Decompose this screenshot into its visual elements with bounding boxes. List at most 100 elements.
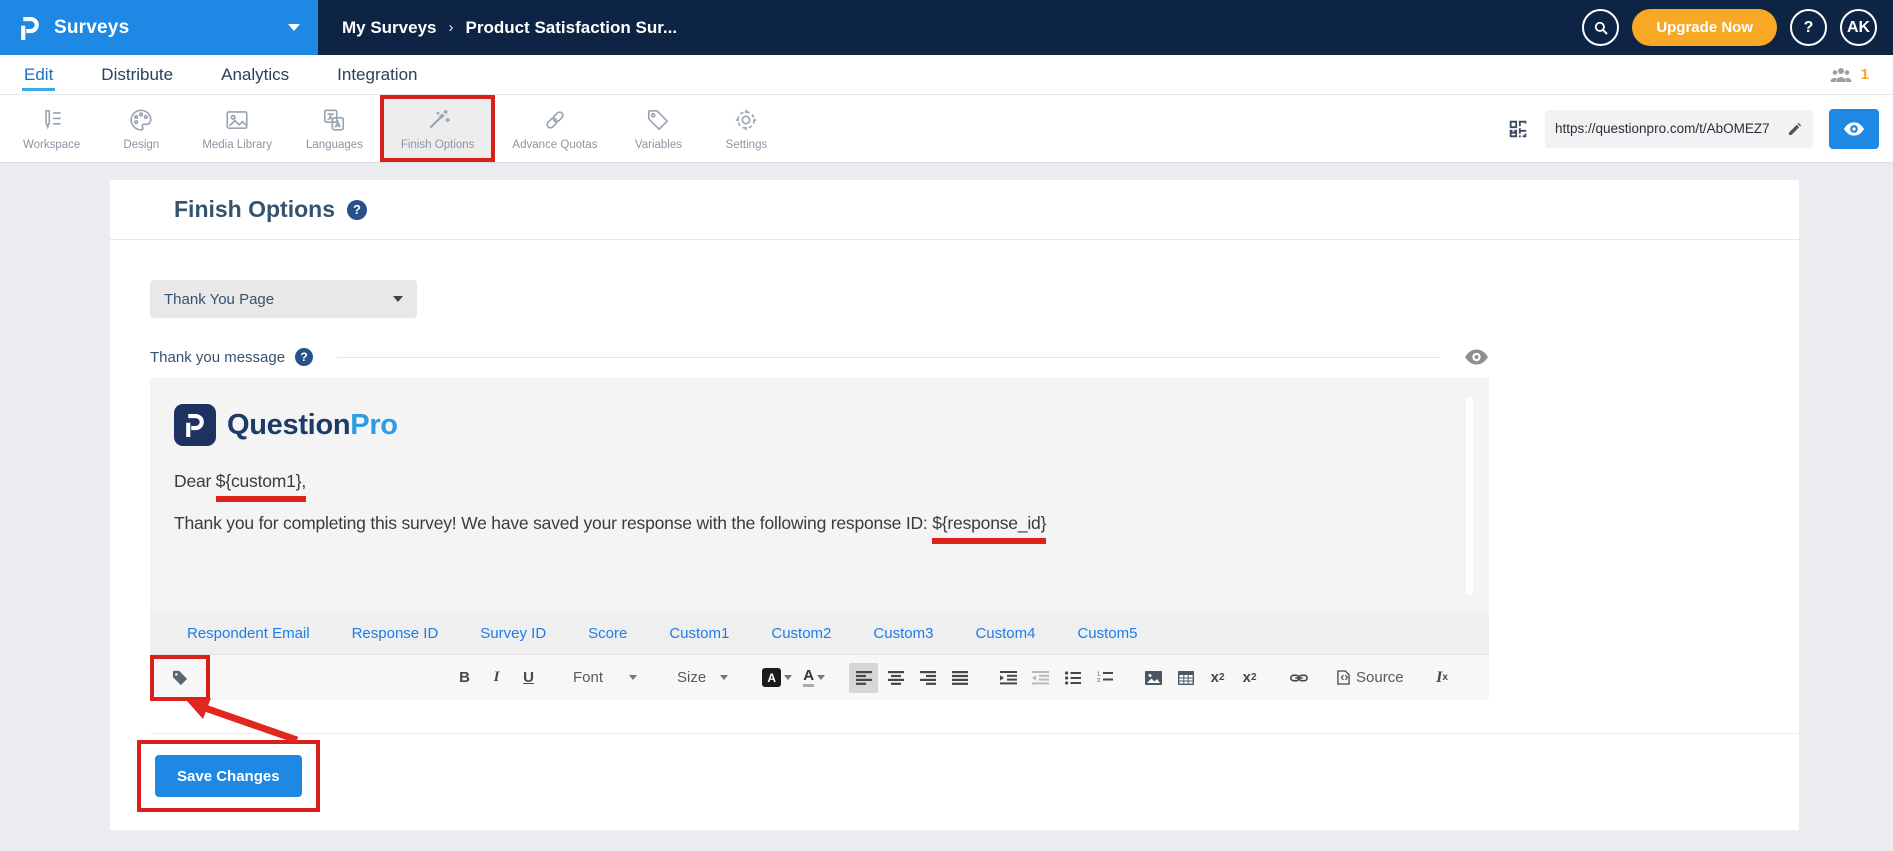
numbered-list-button[interactable]: 1.2. — [1090, 663, 1119, 693]
ribbon-item-workspace[interactable]: Workspace — [6, 95, 97, 162]
tab-distribute[interactable]: Distribute — [99, 59, 175, 91]
outdent-icon — [1032, 671, 1049, 685]
variable-respondent-email[interactable]: Respondent Email — [187, 625, 310, 642]
font-dropdown[interactable]: Font — [563, 669, 647, 686]
finish-options-panel: Finish Options ? Thank You Page Thank yo… — [110, 180, 1799, 830]
tab-analytics[interactable]: Analytics — [219, 59, 291, 91]
ribbon-item-finish-options annotation-box-finish-options[interactable]: Finish Options — [380, 95, 496, 162]
annotation-box-save: Save Changes — [137, 740, 320, 812]
edit-pencil-icon[interactable] — [1787, 121, 1803, 137]
chevron-down-icon — [784, 675, 792, 680]
italic-button[interactable]: I — [482, 663, 511, 693]
indent-icon — [1000, 671, 1017, 685]
link-icon — [1290, 672, 1308, 684]
insert-link-button[interactable] — [1284, 663, 1313, 693]
ribbon-item-variables[interactable]: Variables — [614, 95, 702, 162]
save-changes-button[interactable]: Save Changes — [155, 755, 302, 797]
justify-icon — [952, 671, 968, 685]
breadcrumb-my-surveys[interactable]: My Surveys — [342, 18, 437, 38]
panel-header: Finish Options ? — [110, 180, 1799, 240]
format-buttons: B I U Font Size A A — [450, 663, 1457, 693]
top-bar: Surveys My Surveys › Product Satisfactio… — [0, 0, 1893, 55]
tag-icon — [170, 668, 190, 688]
superscript-button[interactable]: x2 — [1235, 663, 1264, 693]
app-title: Surveys — [54, 17, 129, 39]
ribbon-item-languages[interactable]: Languages — [289, 95, 380, 162]
editor-content[interactable]: QuestionPro Dear ${custom1}, Thank you f… — [150, 378, 1489, 612]
survey-url-field[interactable]: https://questionpro.com/t/AbOMEZ7 — [1545, 110, 1813, 148]
tabs: Edit Distribute Analytics Integration — [22, 55, 419, 94]
editor-scrollbar[interactable] — [1466, 398, 1473, 594]
justify-button[interactable] — [945, 663, 974, 693]
align-left-button[interactable] — [849, 663, 878, 693]
response-id-token annotation-underline: ${response_id} — [932, 513, 1046, 533]
ribbon-item-settings[interactable]: Settings — [702, 95, 790, 162]
size-dropdown[interactable]: Size — [667, 669, 738, 686]
preview-button[interactable] — [1829, 109, 1879, 149]
subscript-button[interactable]: x2 — [1203, 663, 1232, 693]
questionpro-logo-icon — [18, 14, 42, 42]
ribbon-right: https://questionpro.com/t/AbOMEZ7 — [1507, 95, 1893, 162]
palette-icon — [128, 107, 154, 133]
app-root: Surveys My Surveys › Product Satisfactio… — [0, 0, 1893, 851]
divider — [337, 357, 1440, 358]
chevron-down-icon — [720, 675, 728, 680]
variable-score[interactable]: Score — [588, 625, 627, 642]
questionpro-logo-icon — [174, 404, 216, 446]
variable-custom1[interactable]: Custom1 — [669, 625, 729, 642]
background-color-button[interactable]: A — [758, 663, 796, 693]
variable-custom2[interactable]: Custom2 — [771, 625, 831, 642]
remove-format-button[interactable]: Ix — [1428, 663, 1457, 693]
variable-custom4[interactable]: Custom4 — [975, 625, 1035, 642]
search-button[interactable] — [1582, 9, 1619, 46]
ribbon-item-design[interactable]: Design — [97, 95, 185, 162]
bold-button[interactable]: B — [450, 663, 479, 693]
upgrade-now-button[interactable]: Upgrade Now — [1632, 9, 1777, 46]
help-badge-icon[interactable]: ? — [295, 348, 313, 366]
editor-toolbar: B I U Font Size A A — [150, 654, 1489, 700]
variable-custom5[interactable]: Custom5 — [1077, 625, 1137, 642]
help-badge-icon[interactable]: ? — [347, 200, 367, 220]
insert-table-button[interactable] — [1171, 663, 1200, 693]
product-switcher[interactable]: Surveys — [0, 0, 318, 55]
collaborators[interactable]: 1 — [1829, 66, 1869, 84]
top-bar-actions: Upgrade Now ? AK — [1582, 9, 1893, 46]
bulleted-list-button[interactable] — [1058, 663, 1087, 693]
text-color-button[interactable]: A — [799, 663, 829, 693]
breadcrumb-survey-name: Product Satisfaction Sur... — [466, 18, 678, 38]
tag-outline-icon — [645, 107, 671, 133]
finish-option-select[interactable]: Thank You Page — [150, 280, 417, 318]
align-center-button[interactable] — [881, 663, 910, 693]
divider — [150, 733, 1799, 734]
search-icon — [1592, 19, 1610, 37]
align-right-button[interactable] — [913, 663, 942, 693]
variable-survey-id[interactable]: Survey ID — [480, 625, 546, 642]
align-center-icon — [888, 671, 904, 685]
tab-edit[interactable]: Edit — [22, 59, 55, 91]
qr-code-icon[interactable] — [1507, 118, 1529, 140]
underline-button[interactable]: U — [514, 663, 543, 693]
chevron-down-icon — [393, 296, 403, 302]
email-logo: QuestionPro — [174, 404, 1429, 446]
source-button[interactable]: Source — [1333, 663, 1408, 693]
increase-indent-button[interactable] — [994, 663, 1023, 693]
ribbon-item-advance-quotas[interactable]: Advance Quotas — [495, 95, 614, 162]
collaborators-count: 1 — [1861, 66, 1869, 83]
insert-image-button[interactable] — [1139, 663, 1168, 693]
page-title: Finish Options — [174, 196, 335, 223]
insert-variable-button annotation-box-tag[interactable] — [150, 655, 210, 701]
avatar[interactable]: AK — [1840, 9, 1877, 46]
main-content: Finish Options ? Thank You Page Thank yo… — [0, 163, 1893, 851]
ribbon-item-media-library[interactable]: Media Library — [185, 95, 289, 162]
help-button[interactable]: ? — [1790, 9, 1827, 46]
thank-you-message-label: Thank you message — [150, 349, 285, 366]
variable-response-id[interactable]: Response ID — [352, 625, 439, 642]
variable-custom3[interactable]: Custom3 — [873, 625, 933, 642]
breadcrumb-separator: › — [449, 19, 454, 36]
source-doc-icon — [1337, 670, 1350, 685]
tab-integration[interactable]: Integration — [335, 59, 419, 91]
image-icon — [224, 107, 250, 133]
decrease-indent-button[interactable] — [1026, 663, 1055, 693]
preview-eye-icon[interactable] — [1464, 348, 1489, 366]
numbered-list-icon: 1.2. — [1097, 671, 1113, 685]
